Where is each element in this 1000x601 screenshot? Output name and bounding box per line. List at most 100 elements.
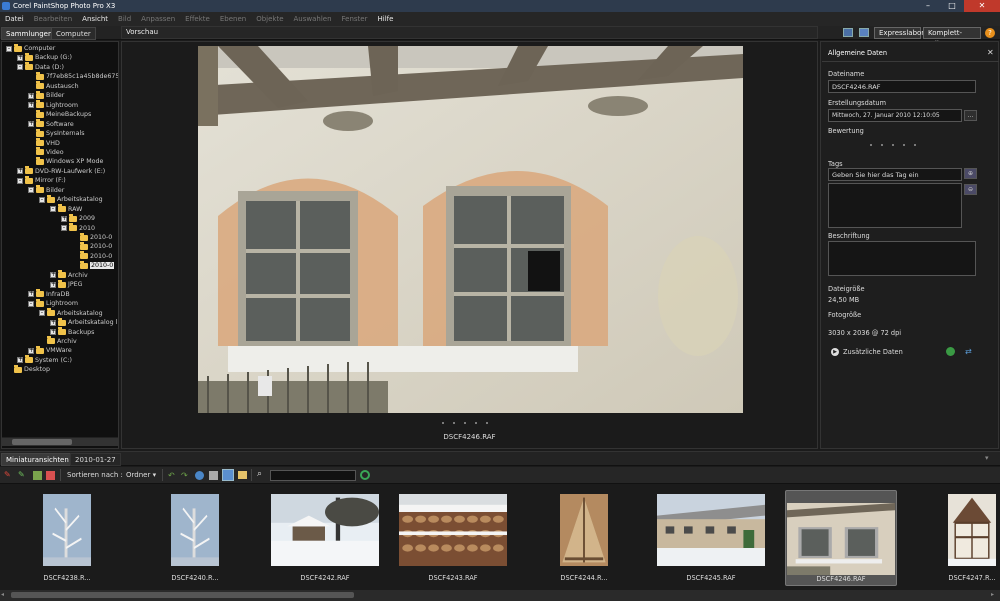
thumbnail-item[interactable]: DSCF4245.RAF: [656, 490, 766, 586]
tree-item[interactable]: - Mirror (F:): [17, 175, 66, 185]
tab-computer[interactable]: Computer: [51, 27, 96, 40]
collapse-icon[interactable]: -: [17, 64, 23, 71]
collapse-icon[interactable]: -: [28, 187, 34, 194]
add-tag-icon[interactable]: ⊕: [964, 168, 977, 179]
menu-item-effekte[interactable]: Effekte: [185, 15, 210, 23]
collapse-icon[interactable]: -: [17, 177, 23, 184]
expand-icon[interactable]: +: [17, 168, 23, 175]
panel-icon[interactable]: [859, 28, 869, 37]
tree-item[interactable]: SysInternals: [28, 128, 85, 138]
tree-item[interactable]: - Computer: [6, 43, 55, 53]
menu-item-ebenen[interactable]: Ebenen: [220, 15, 246, 23]
tree-item[interactable]: + Backup (G:): [17, 52, 72, 62]
confirm-icon[interactable]: [946, 347, 955, 356]
close-window-button[interactable]: ✕: [964, 0, 1000, 12]
tree-item[interactable]: + JPEG: [50, 279, 83, 289]
collapse-icon[interactable]: -: [39, 196, 45, 203]
search-input[interactable]: [270, 470, 356, 481]
remove-tag-icon[interactable]: ⊖: [964, 184, 977, 195]
folder-tree[interactable]: - Computer + Backup (G:) - Data (D:) 7f7eb85c1…: [1, 41, 119, 449]
menu-item-auswahlen[interactable]: Auswahlen: [294, 15, 332, 23]
menu-item-fenster[interactable]: Fenster: [342, 15, 368, 23]
menu-item-bild[interactable]: Bild: [118, 15, 131, 23]
preview-rating-dots[interactable]: [442, 422, 488, 424]
expand-icon[interactable]: +: [28, 102, 34, 109]
expand-icon[interactable]: +: [28, 121, 34, 128]
dateiname-field[interactable]: DSCF4246.RAF: [828, 80, 976, 93]
tree-item[interactable]: + Arbeitskatalog l: [50, 317, 117, 327]
menu-item-hilfe[interactable]: Hilfe: [377, 15, 393, 23]
menu-item-ansicht[interactable]: Ansicht: [82, 15, 108, 23]
expand-icon[interactable]: +: [17, 54, 23, 61]
thumbnail-item[interactable]: DSCF4242.RAF: [270, 490, 380, 586]
tree-item[interactable]: Video: [28, 147, 64, 157]
expand-icon[interactable]: +: [50, 272, 56, 279]
minimize-button[interactable]: –: [916, 0, 940, 12]
tree-item[interactable]: + Software: [28, 119, 74, 129]
tab-date[interactable]: 2010-01-27: [70, 453, 121, 466]
collapse-icon[interactable]: ▾: [985, 454, 989, 462]
tree-item[interactable]: + InfraDB: [28, 289, 70, 299]
expand-icon[interactable]: +: [50, 329, 56, 335]
erstellungsdatum-field[interactable]: Mittwoch, 27. Januar 2010 12:10:05: [828, 109, 962, 122]
tree-item[interactable]: 2010-0: [72, 251, 112, 261]
help-icon[interactable]: ?: [985, 28, 995, 38]
collapse-icon[interactable]: -: [6, 45, 12, 52]
tree-item[interactable]: Austausch: [28, 81, 79, 91]
brush-icon[interactable]: ✎: [4, 470, 13, 479]
expand-icon[interactable]: +: [61, 215, 67, 222]
tree-item[interactable]: MeineBackups: [28, 109, 91, 119]
expand-icon[interactable]: +: [17, 357, 23, 364]
tree-item[interactable]: 2010-0: [72, 241, 112, 251]
tree-item[interactable]: - RAW: [50, 204, 82, 214]
expresslabor-button[interactable]: Expresslabor: [874, 27, 924, 39]
rotate-right-icon[interactable]: ↷: [181, 471, 190, 480]
thumbnail-scrollbar[interactable]: ◂ ▸: [0, 590, 1000, 601]
tree-item[interactable]: - Arbeitskatalog: [39, 308, 103, 318]
rotate-left-icon[interactable]: ↶: [168, 471, 177, 480]
collapse-icon[interactable]: -: [50, 206, 56, 213]
collapse-icon[interactable]: -: [28, 300, 34, 307]
tree-item[interactable]: 7f7eb85c1a45b8de675: [28, 71, 118, 81]
thumbnail-item[interactable]: DSCF4246.RAF: [785, 490, 897, 586]
mail-icon[interactable]: [238, 471, 247, 479]
zusaetzliche-daten-link[interactable]: Zusätzliche Daten: [843, 348, 903, 356]
tree-item[interactable]: + Archiv: [50, 270, 88, 280]
tree-item[interactable]: 2010-0: [72, 232, 112, 242]
tree-item[interactable]: + System (C:): [17, 355, 72, 365]
thumbnail-item[interactable]: DSCF4238.R...: [32, 490, 102, 586]
info-icon[interactable]: [222, 469, 234, 481]
menu-item-bearbeiten[interactable]: Bearbeiten: [34, 15, 72, 23]
tree-item[interactable]: + Bilder: [28, 90, 64, 100]
tag-list[interactable]: [828, 183, 962, 228]
brush-green-icon[interactable]: ✎: [18, 470, 27, 479]
tab-sammlungen[interactable]: Sammlungen: [1, 27, 58, 40]
expand-icon[interactable]: +: [50, 319, 56, 326]
tree-item[interactable]: - Data (D:): [17, 62, 64, 72]
tab-miniaturansichten[interactable]: Miniaturansichten: [1, 453, 74, 466]
search-refresh-icon[interactable]: [360, 470, 370, 480]
tree-item[interactable]: Archiv: [39, 336, 77, 346]
thumbnail-item[interactable]: DSCF4247.R...: [944, 490, 1000, 586]
sort-dropdown[interactable]: Ordner ▾: [126, 471, 156, 479]
expand-icon[interactable]: +: [50, 281, 56, 288]
expand-icon[interactable]: +: [28, 347, 34, 354]
expand-icon[interactable]: +: [28, 291, 34, 298]
tree-item[interactable]: - Lightroom: [28, 298, 78, 308]
tree-item[interactable]: +2009: [61, 213, 95, 223]
tree-item[interactable]: - Bilder: [28, 185, 64, 195]
close-panel-icon[interactable]: ✕: [987, 48, 994, 57]
tree-item[interactable]: + VMWare: [28, 345, 72, 355]
tag-input[interactable]: Geben Sie hier das Tag ein: [828, 168, 962, 181]
tree-item[interactable]: - Arbeitskatalog: [39, 194, 103, 204]
tree-scrollbar[interactable]: [2, 437, 118, 446]
date-picker-button[interactable]: ...: [964, 110, 977, 121]
tree-item[interactable]: 2010-0: [72, 260, 115, 270]
tree-item[interactable]: + Backups: [50, 327, 94, 337]
collapse-icon[interactable]: -: [61, 225, 67, 232]
thumbnail-item[interactable]: DSCF4240.R...: [160, 490, 230, 586]
tree-item[interactable]: VHD: [28, 138, 60, 148]
tree-item[interactable]: + DVD-RW-Laufwerk (E:): [17, 166, 105, 176]
rating-dots[interactable]: [870, 144, 916, 146]
image-add-icon[interactable]: [33, 471, 42, 480]
